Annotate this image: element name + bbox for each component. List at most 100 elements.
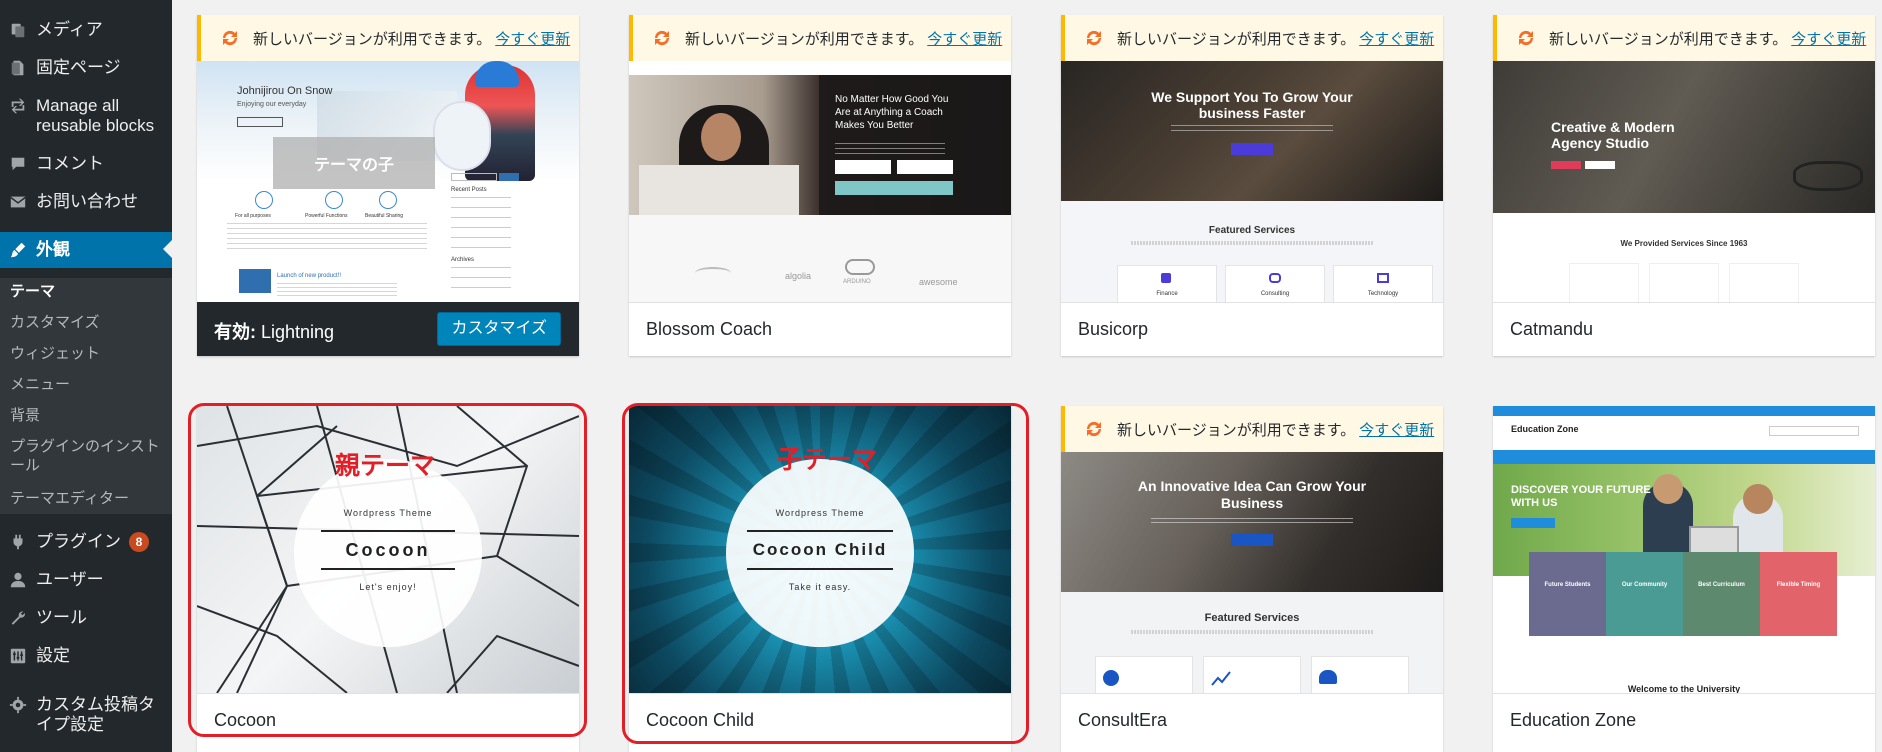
theme-name: ConsultEra [1078, 710, 1168, 730]
theme-name: Education Zone [1510, 710, 1637, 730]
refresh-icon [1081, 416, 1107, 442]
theme-name-bar: Education Zone [1493, 693, 1875, 747]
refresh-icon [1081, 25, 1107, 51]
mail-icon [0, 192, 36, 212]
menu-label: 外観 [36, 240, 70, 259]
menu-reusable-blocks[interactable]: Manage all reusable blocks [0, 96, 172, 136]
shot-footer-title: Welcome to the University [1627, 684, 1741, 693]
current-menu-arrow [163, 240, 172, 258]
theme-name-bar: ConsultEra [1061, 693, 1443, 747]
theme-name-bar: Cocoon Child [629, 693, 1011, 747]
theme-name: Catmandu [1510, 319, 1594, 339]
update-notice: 新しいバージョンが利用できます。 今すぐ更新 [1493, 15, 1875, 61]
refresh-icon [217, 25, 243, 51]
theme-name-bar: 有効: Lightning カスタマイズ [197, 302, 579, 356]
menu-media[interactable]: メディア [0, 20, 172, 40]
theme-card-education-zone[interactable]: Education Zone DISCOVER YOUR FUTURE WITH… [1493, 406, 1875, 752]
submenu-widgets[interactable]: ウィジェット [10, 344, 170, 363]
shot-logo-text: Cocoon Child [752, 540, 888, 559]
menu-plugins[interactable]: プラグイン 8 [0, 532, 172, 552]
shot-section-title: Featured Services [1208, 225, 1296, 236]
refresh-icon [649, 25, 675, 51]
menu-users[interactable]: ユーザー [0, 570, 172, 590]
shot-subtitle: Enjoying our everyday [237, 101, 307, 108]
gear-icon [0, 695, 36, 715]
theme-screenshot: Wordpress Theme Cocoon Let's enjoy! 親テーマ [197, 406, 579, 693]
appearance-submenu: テーマ カスタマイズ ウィジェット メニュー 背景 プラグインのインストール テ… [0, 278, 172, 514]
submenu-theme-editor[interactable]: テーマエディター [10, 489, 170, 508]
menu-appearance[interactable]: 外観 [0, 232, 172, 268]
user-icon [0, 570, 36, 590]
theme-card-busicorp[interactable]: 新しいバージョンが利用できます。 今すぐ更新 We Support You To… [1061, 15, 1443, 356]
shot-headline: An Innovative Idea Can Grow Your Busines… [1137, 478, 1367, 511]
submenu-menus[interactable]: メニュー [10, 375, 170, 394]
customize-button[interactable]: カスタマイズ [437, 312, 561, 346]
overlay-text: テーマの子 [313, 157, 394, 174]
shot-section-title: We Provided Services Since 1963 [1620, 239, 1748, 248]
shot-small-text: Wordpress Theme [343, 508, 433, 518]
theme-card-cocoon-child[interactable]: Wordpress Theme Cocoon Child Take it eas… [629, 406, 1011, 752]
theme-name: Blossom Coach [646, 319, 773, 339]
menu-pages[interactable]: 固定ページ [0, 58, 172, 78]
update-now-link[interactable]: 今すぐ更新 [1359, 28, 1434, 49]
theme-screenshot: 新しいバージョンが利用できます。 今すぐ更新 No Matter How Goo… [629, 15, 1011, 302]
shot-col-label: For all purposes [235, 213, 271, 219]
update-now-link[interactable]: 今すぐ更新 [1791, 28, 1866, 49]
notice-text: 新しいバージョンが利用できます。 [685, 30, 924, 48]
notice-text: 新しいバージョンが利用できます。 [1117, 30, 1356, 48]
refresh-icon [1513, 25, 1539, 51]
update-now-link[interactable]: 今すぐ更新 [1359, 419, 1434, 440]
shot-tile-label: Future Students [1544, 582, 1591, 588]
menu-label: ツール [36, 608, 87, 627]
admin-sidebar: メディア 固定ページ Manage all reusable blocks コメ… [0, 0, 172, 752]
menu-custom-post-types[interactable]: カスタム投稿タイプ設定 [0, 695, 172, 735]
theme-name-bar: Busicorp [1061, 302, 1443, 356]
update-count-badge: 8 [129, 532, 149, 552]
shot-logo: awesome [919, 277, 958, 287]
shot-logo: Education Zone [1511, 424, 1579, 434]
menu-label: Manage all reusable blocks [36, 96, 155, 135]
theme-screenshot: 新しいバージョンが利用できます。 今すぐ更新 Creative & Modern… [1493, 15, 1875, 302]
theme-card-blossom-coach[interactable]: 新しいバージョンが利用できます。 今すぐ更新 No Matter How Goo… [629, 15, 1011, 356]
menu-label: お問い合わせ [36, 192, 138, 211]
menu-label: カスタム投稿タイプ設定 [36, 695, 155, 734]
shot-service: Consulting [1260, 291, 1290, 297]
shot-logo-text: Cocoon [345, 540, 431, 560]
update-now-link[interactable]: 今すぐ更新 [495, 28, 570, 49]
menu-label: 設定 [36, 646, 70, 665]
menu-settings[interactable]: 設定 [0, 646, 172, 666]
menu-comments[interactable]: コメント [0, 154, 172, 174]
theme-screenshot: 新しいバージョンが利用できます。 今すぐ更新 We Support You To… [1061, 15, 1443, 302]
menu-contact[interactable]: お問い合わせ [0, 192, 172, 212]
shot-headline: Creative & Modern Agency Studio [1551, 119, 1675, 151]
shot-tagline: Take it easy. [788, 582, 852, 592]
theme-card-consultera[interactable]: 新しいバージョンが利用できます。 今すぐ更新 An Innovative Ide… [1061, 406, 1443, 752]
menu-tools[interactable]: ツール [0, 608, 172, 628]
menu-label: 固定ページ [36, 58, 121, 77]
submenu-install-plugins[interactable]: プラグインのインストール [10, 437, 160, 475]
theme-screenshot: 新しいバージョンが利用できます。 今すぐ更新 An Innovative Ide… [1061, 406, 1443, 693]
page-icon [0, 58, 36, 78]
update-now-link[interactable]: 今すぐ更新 [927, 28, 1002, 49]
theme-screenshot: 新しいバージョンが利用できます。 今すぐ更新 Johnijirou On Sno… [197, 15, 579, 302]
update-notice: 新しいバージョンが利用できます。 今すぐ更新 [629, 15, 1011, 61]
theme-name-bar: Cocoon [197, 693, 579, 747]
brush-icon [0, 240, 36, 260]
menu-label: プラグイン 8 [36, 532, 172, 552]
shot-tile-label: Best Curriculum [1698, 582, 1745, 588]
shot-service: Technology [1367, 291, 1399, 297]
theme-name: Cocoon [214, 710, 277, 730]
theme-card-cocoon[interactable]: Wordpress Theme Cocoon Let's enjoy! 親テーマ… [197, 406, 579, 752]
menu-label: メディア [36, 20, 103, 39]
theme-screenshot: Wordpress Theme Cocoon Child Take it eas… [629, 406, 1011, 693]
shot-headline: We Support You To Grow Your business Fas… [1151, 89, 1353, 121]
submenu-background[interactable]: 背景 [10, 406, 170, 425]
plugin-icon [0, 532, 36, 552]
shot-service: Finance [1156, 291, 1178, 297]
submenu-themes[interactable]: テーマ [10, 282, 170, 301]
comment-icon [0, 154, 36, 174]
theme-card-lightning[interactable]: 新しいバージョンが利用できます。 今すぐ更新 Johnijirou On Sno… [197, 15, 579, 356]
submenu-customize[interactable]: カスタマイズ [10, 313, 170, 332]
theme-card-catmandu[interactable]: 新しいバージョンが利用できます。 今すぐ更新 Creative & Modern… [1493, 15, 1875, 356]
child-theme-annotation: 子テーマ [777, 446, 878, 474]
